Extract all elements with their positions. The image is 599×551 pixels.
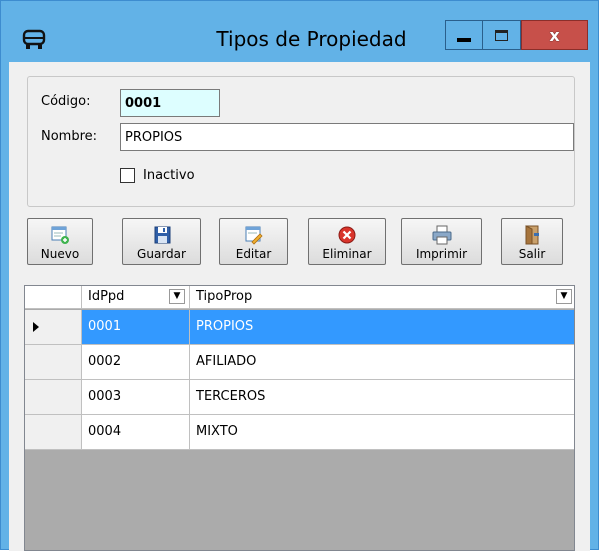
imprimir-label: Imprimir	[415, 247, 468, 261]
cell-tipoprop[interactable]: PROPIOS	[190, 310, 574, 344]
guardar-label: Guardar	[137, 247, 186, 261]
eliminar-button[interactable]: Eliminar	[308, 218, 386, 265]
editar-label: Editar	[235, 247, 272, 261]
table-row[interactable]: 0004 MIXTO	[25, 415, 574, 450]
row-header[interactable]	[25, 310, 82, 344]
row-header[interactable]	[25, 415, 82, 449]
inactivo-checkbox-wrap[interactable]: Inactivo	[120, 168, 195, 183]
nombre-label: Nombre:	[41, 129, 98, 144]
codigo-field[interactable]	[120, 89, 220, 117]
salir-label: Salir	[518, 247, 546, 261]
column-header-idppd[interactable]: IdPpd ▼	[82, 286, 190, 309]
edit-icon	[245, 226, 263, 245]
column-header-tipoprop[interactable]: TipoProp ▼	[190, 286, 574, 309]
cell-tipoprop[interactable]: TERCEROS	[190, 380, 574, 414]
row-header[interactable]	[25, 380, 82, 414]
close-button[interactable]: x	[521, 20, 588, 50]
table-row[interactable]: 0001 PROPIOS	[25, 310, 574, 345]
nuevo-label: Nuevo	[40, 247, 80, 261]
window: Tipos de Propiedad x Código: Nombre: Ina…	[0, 0, 599, 551]
minimize-icon	[457, 38, 471, 42]
eliminar-label: Eliminar	[322, 247, 372, 261]
exit-door-icon	[525, 225, 539, 245]
inactivo-label: Inactivo	[143, 168, 195, 183]
cell-tipoprop[interactable]: AFILIADO	[190, 345, 574, 379]
client-area: Código: Nombre: Inactivo Nuevo	[9, 62, 590, 551]
maximize-button[interactable]	[483, 20, 521, 50]
cell-tipoprop[interactable]: MIXTO	[190, 415, 574, 449]
nuevo-button[interactable]: Nuevo	[27, 218, 93, 265]
title-bar[interactable]: Tipos de Propiedad x	[1, 1, 598, 57]
cell-idppd[interactable]: 0003	[82, 380, 190, 414]
data-grid[interactable]: IdPpd ▼ TipoProp ▼ 0001 PROPIOS 0002 AFI…	[24, 285, 575, 551]
codigo-label: Código:	[41, 94, 91, 109]
save-icon	[154, 226, 170, 244]
delete-icon	[338, 226, 356, 244]
minimize-button[interactable]	[445, 20, 483, 50]
inactivo-checkbox[interactable]	[120, 168, 135, 183]
cell-idppd[interactable]: 0004	[82, 415, 190, 449]
salir-button[interactable]: Salir	[501, 218, 563, 265]
maximize-icon	[495, 29, 508, 41]
nombre-field[interactable]	[120, 123, 574, 151]
row-header[interactable]	[25, 345, 82, 379]
table-row[interactable]: 0003 TERCEROS	[25, 380, 574, 415]
imprimir-button[interactable]: Imprimir	[401, 218, 482, 265]
filter-dropdown-icon[interactable]: ▼	[169, 289, 185, 304]
printer-icon	[432, 225, 451, 245]
table-row[interactable]: 0002 AFILIADO	[25, 345, 574, 380]
filter-dropdown-icon[interactable]: ▼	[556, 289, 572, 304]
form-panel: Código: Nombre: Inactivo	[27, 76, 575, 207]
grid-header: IdPpd ▼ TipoProp ▼	[25, 286, 574, 309]
cell-idppd[interactable]: 0002	[82, 345, 190, 379]
current-row-arrow-icon	[33, 322, 39, 332]
new-document-icon	[51, 226, 69, 244]
row-header-corner	[25, 286, 82, 309]
close-icon: x	[549, 25, 560, 45]
editar-button[interactable]: Editar	[219, 218, 288, 265]
guardar-button[interactable]: Guardar	[122, 218, 201, 265]
cell-idppd[interactable]: 0001	[82, 310, 190, 344]
